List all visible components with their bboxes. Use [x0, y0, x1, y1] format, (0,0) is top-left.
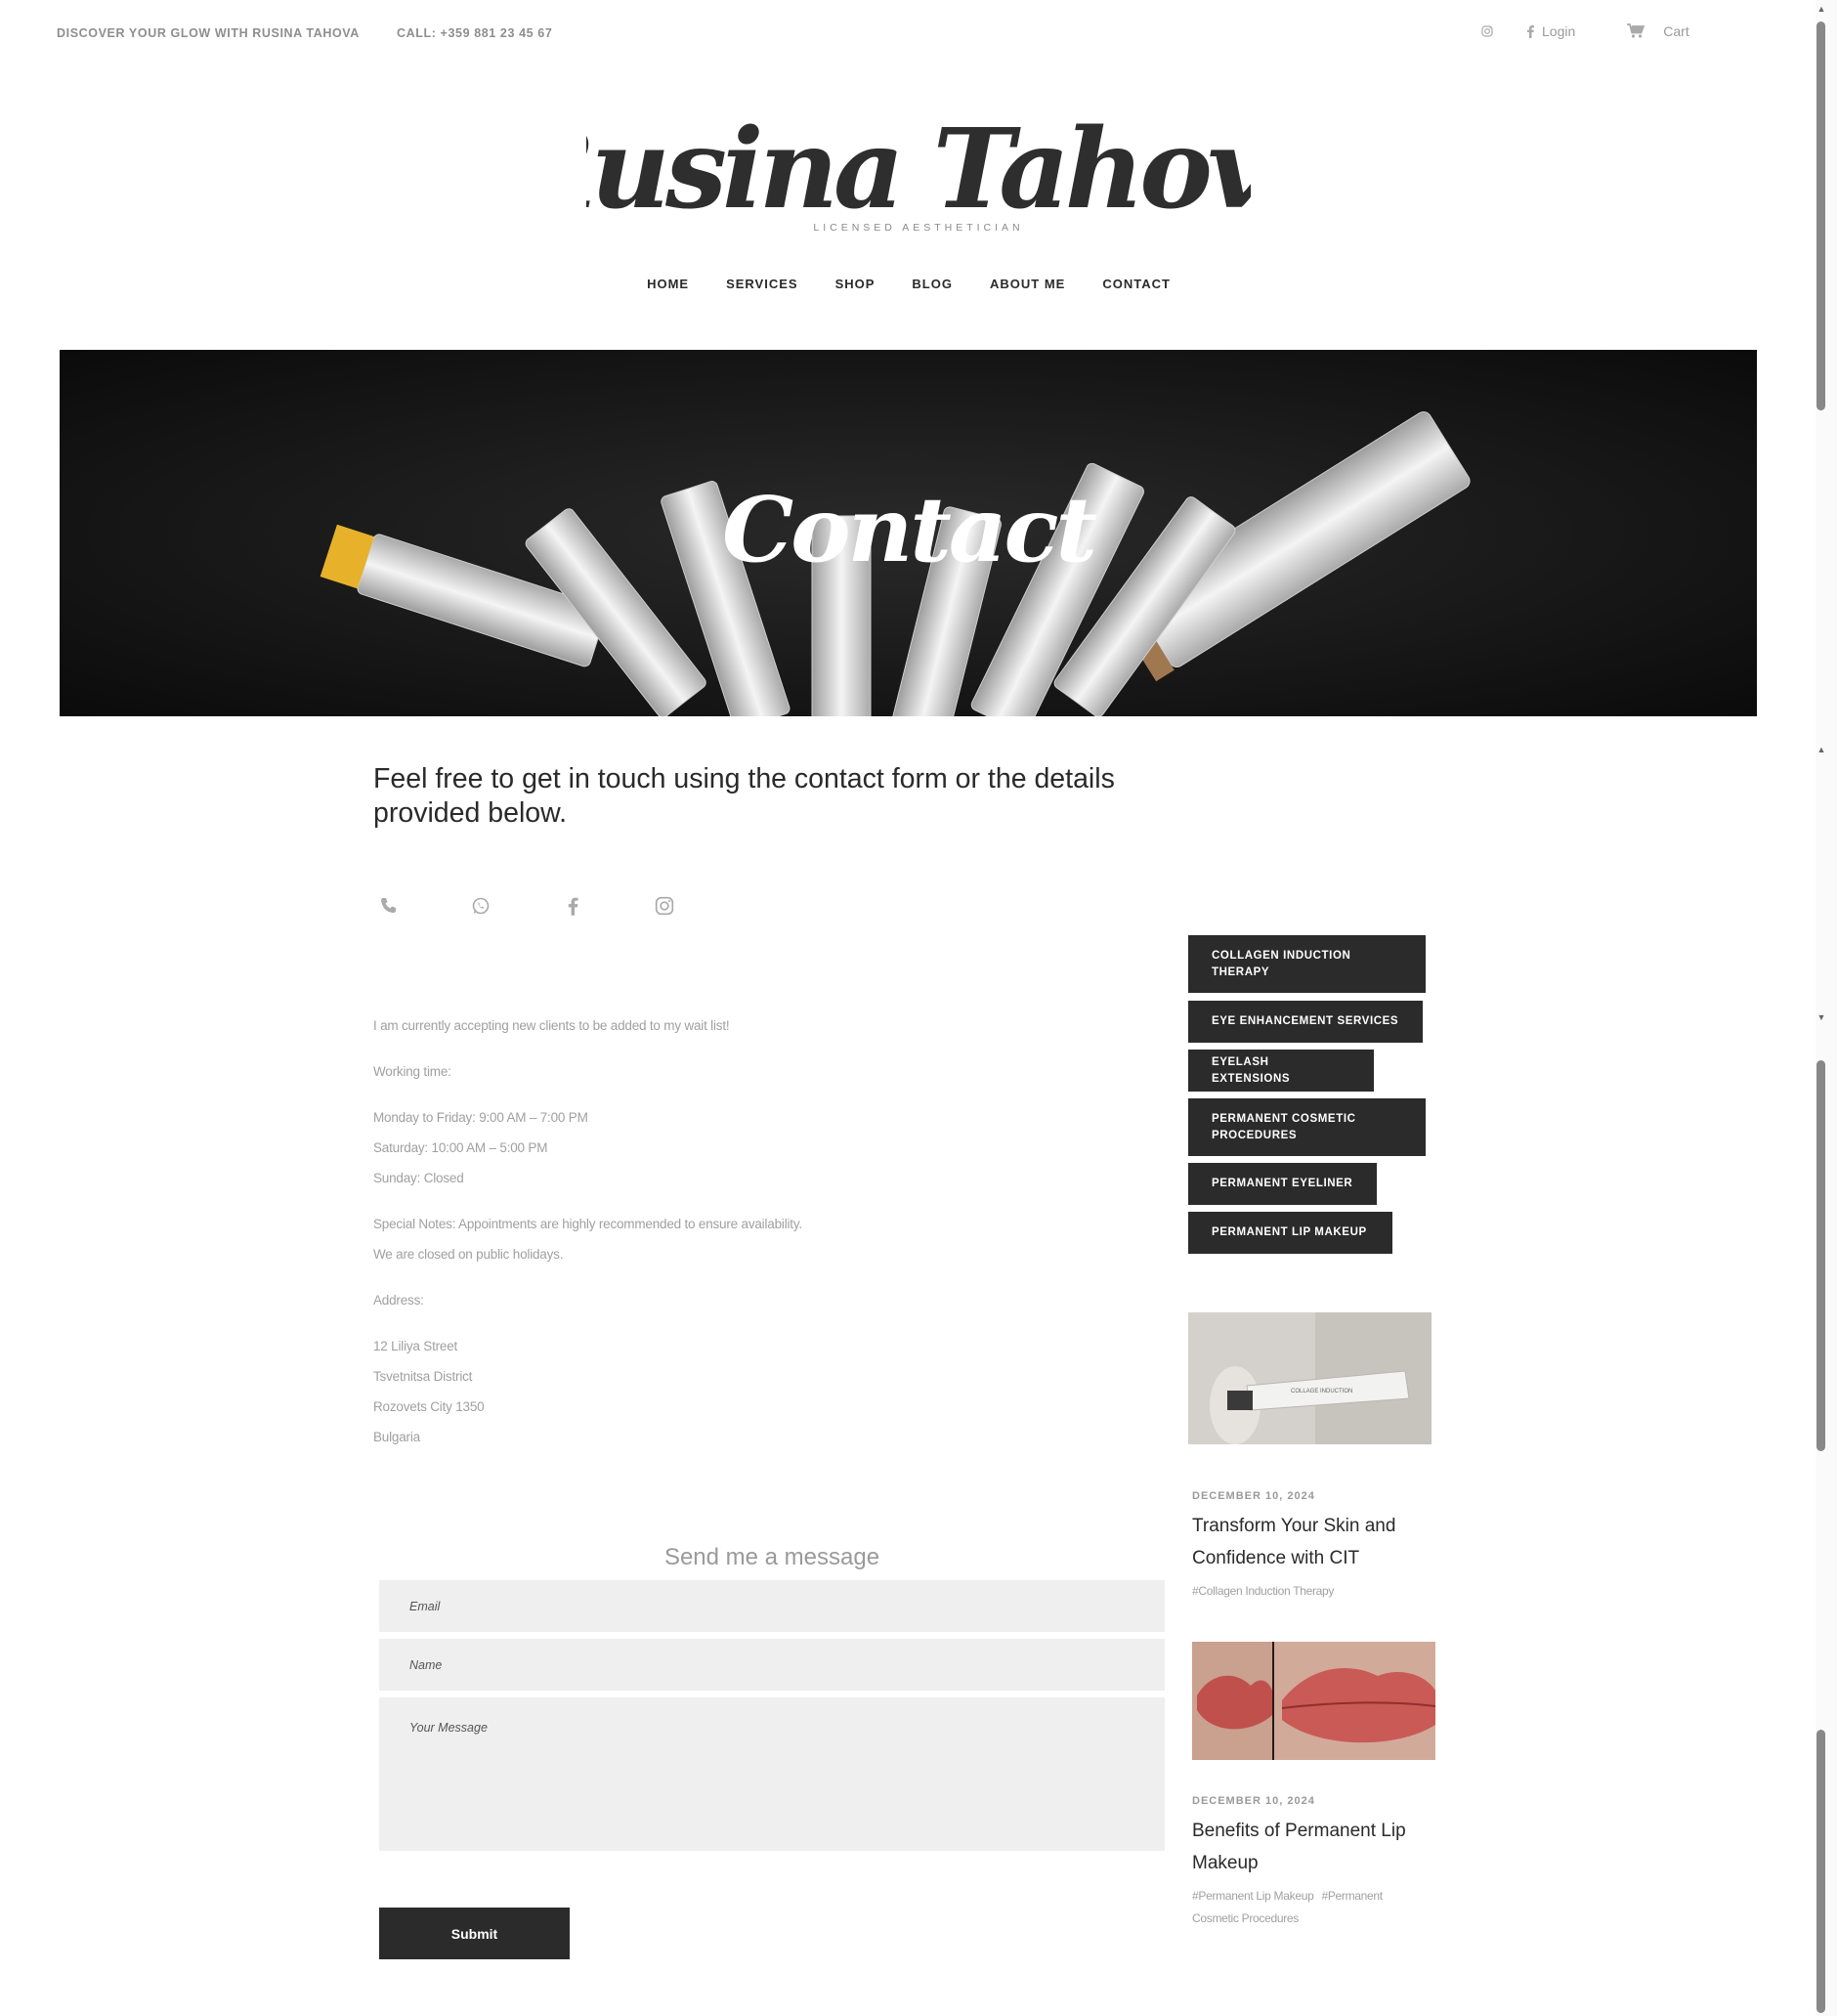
name-field[interactable] [379, 1639, 1165, 1691]
email-field[interactable] [379, 1580, 1165, 1632]
nav-contact[interactable]: CONTACT [1102, 277, 1171, 291]
facebook-icon[interactable] [558, 891, 587, 921]
tag-eye-enhancement-services[interactable]: EYE ENHANCEMENT SERVICES [1188, 1001, 1423, 1043]
special-notes: Special Notes: Appointments are highly r… [373, 1217, 802, 1231]
instagram-icon[interactable] [650, 891, 679, 921]
nav-shop[interactable]: SHOP [835, 277, 876, 291]
contact-icons [374, 891, 742, 921]
post-tag[interactable]: #Collagen Induction Therapy [1192, 1584, 1334, 1598]
post-thumbnail-cit[interactable]: COLLAGE INDUCTION [1188, 1312, 1432, 1444]
hours-saturday: Saturday: 10:00 AM – 5:00 PM [373, 1140, 548, 1155]
message-field[interactable] [379, 1697, 1165, 1851]
waitlist-text: I am currently accepting new clients to … [373, 1018, 730, 1033]
site-logo[interactable]: Rusina Tahova LICENSED AESTHETICIAN [501, 88, 1337, 244]
nav-about-me[interactable]: ABOUT ME [990, 277, 1065, 291]
form-title: Send me a message [663, 1544, 880, 1570]
top-phone[interactable]: CALL: +359 881 23 45 67 [397, 26, 552, 40]
logo-wordmark: Rusina Tahova [586, 106, 1251, 234]
scrollbar-thumb[interactable] [1817, 1060, 1825, 1451]
post-date: DECEMBER 10, 2024 [1192, 1795, 1315, 1807]
address-line-3: Rozovets City 1350 [373, 1399, 485, 1414]
phone-icon[interactable] [374, 891, 404, 921]
instagram-icon[interactable] [1477, 21, 1497, 41]
intro-heading: Feel free to get in touch using the cont… [373, 763, 1115, 829]
thumbnail-label: COLLAGE INDUCTION [1291, 1389, 1352, 1394]
top-tagline: DISCOVER YOUR GLOW WITH RUSINA TAHOVA [57, 26, 360, 40]
cart-icon[interactable] [1626, 21, 1646, 41]
cart-link[interactable]: Cart [1663, 23, 1688, 39]
top-bar: DISCOVER YOUR GLOW WITH RUSINA TAHOVA CA… [0, 0, 1817, 68]
facebook-icon[interactable] [1520, 21, 1540, 41]
address-line-1: 12 Liliya Street [373, 1339, 458, 1353]
nav-home[interactable]: HOME [647, 277, 689, 291]
scroll-down-arrow-icon[interactable]: ▼ [1816, 1012, 1827, 1022]
tag-permanent-cosmetic-procedures[interactable]: PERMANENT COSMETIC PROCEDURES [1188, 1098, 1426, 1156]
post-title[interactable]: Benefits of Permanent Lip Makeup [1192, 1815, 1427, 1879]
hours-sunday: Sunday: Closed [373, 1171, 464, 1185]
tag-eyelash-extensions[interactable]: EYELASH EXTENSIONS [1188, 1050, 1374, 1092]
scrollbar-thumb[interactable] [1817, 21, 1825, 410]
login-link[interactable]: Login [1542, 23, 1575, 39]
hours-weekdays: Monday to Friday: 9:00 AM – 7:00 PM [373, 1110, 588, 1125]
post-thumbnail-lips[interactable] [1192, 1642, 1435, 1760]
scrollbar-thumb[interactable] [1817, 1730, 1825, 2013]
tag-permanent-eyeliner[interactable]: PERMANENT EYELINER [1188, 1163, 1377, 1205]
post-tags: #Permanent Lip Makeup #Permanent Cosmetic… [1192, 1885, 1427, 1930]
address-line-4: Bulgaria [373, 1430, 420, 1444]
whatsapp-icon[interactable] [466, 891, 495, 921]
scroll-up-arrow-icon[interactable]: ▲ [1816, 745, 1827, 754]
nav-services[interactable]: SERVICES [726, 277, 798, 291]
logo-subtitle: LICENSED AESTHETICIAN [813, 222, 1023, 234]
nav-blog[interactable]: BLOG [912, 277, 953, 291]
submit-button[interactable]: Submit [379, 1908, 570, 1959]
post-tag[interactable]: #Permanent Lip Makeup [1192, 1889, 1314, 1903]
address-label: Address: [373, 1293, 424, 1308]
working-time-label: Working time: [373, 1064, 451, 1079]
post-tags: #Collagen Induction Therapy [1192, 1580, 1427, 1603]
hero-title: Contact [721, 477, 1097, 582]
post-title[interactable]: Transform Your Skin and Confidence with … [1192, 1510, 1427, 1574]
logo-image: Rusina Tahova LICENSED AESTHETICIAN [501, 106, 1337, 234]
hero-banner: Contact [60, 350, 1757, 716]
tag-collagen-induction-therapy[interactable]: COLLAGEN INDUCTION THERAPY [1188, 935, 1426, 993]
holiday-note: We are closed on public holidays. [373, 1247, 564, 1262]
tag-permanent-lip-makeup[interactable]: PERMANENT LIP MAKEUP [1188, 1212, 1392, 1254]
post-date: DECEMBER 10, 2024 [1192, 1490, 1315, 1502]
scroll-up-arrow-icon[interactable]: ▲ [1816, 4, 1827, 14]
main-nav: HOME SERVICES SHOP BLOG ABOUT ME CONTACT [0, 277, 1817, 291]
address-line-2: Tsvetnitsa District [373, 1369, 473, 1384]
